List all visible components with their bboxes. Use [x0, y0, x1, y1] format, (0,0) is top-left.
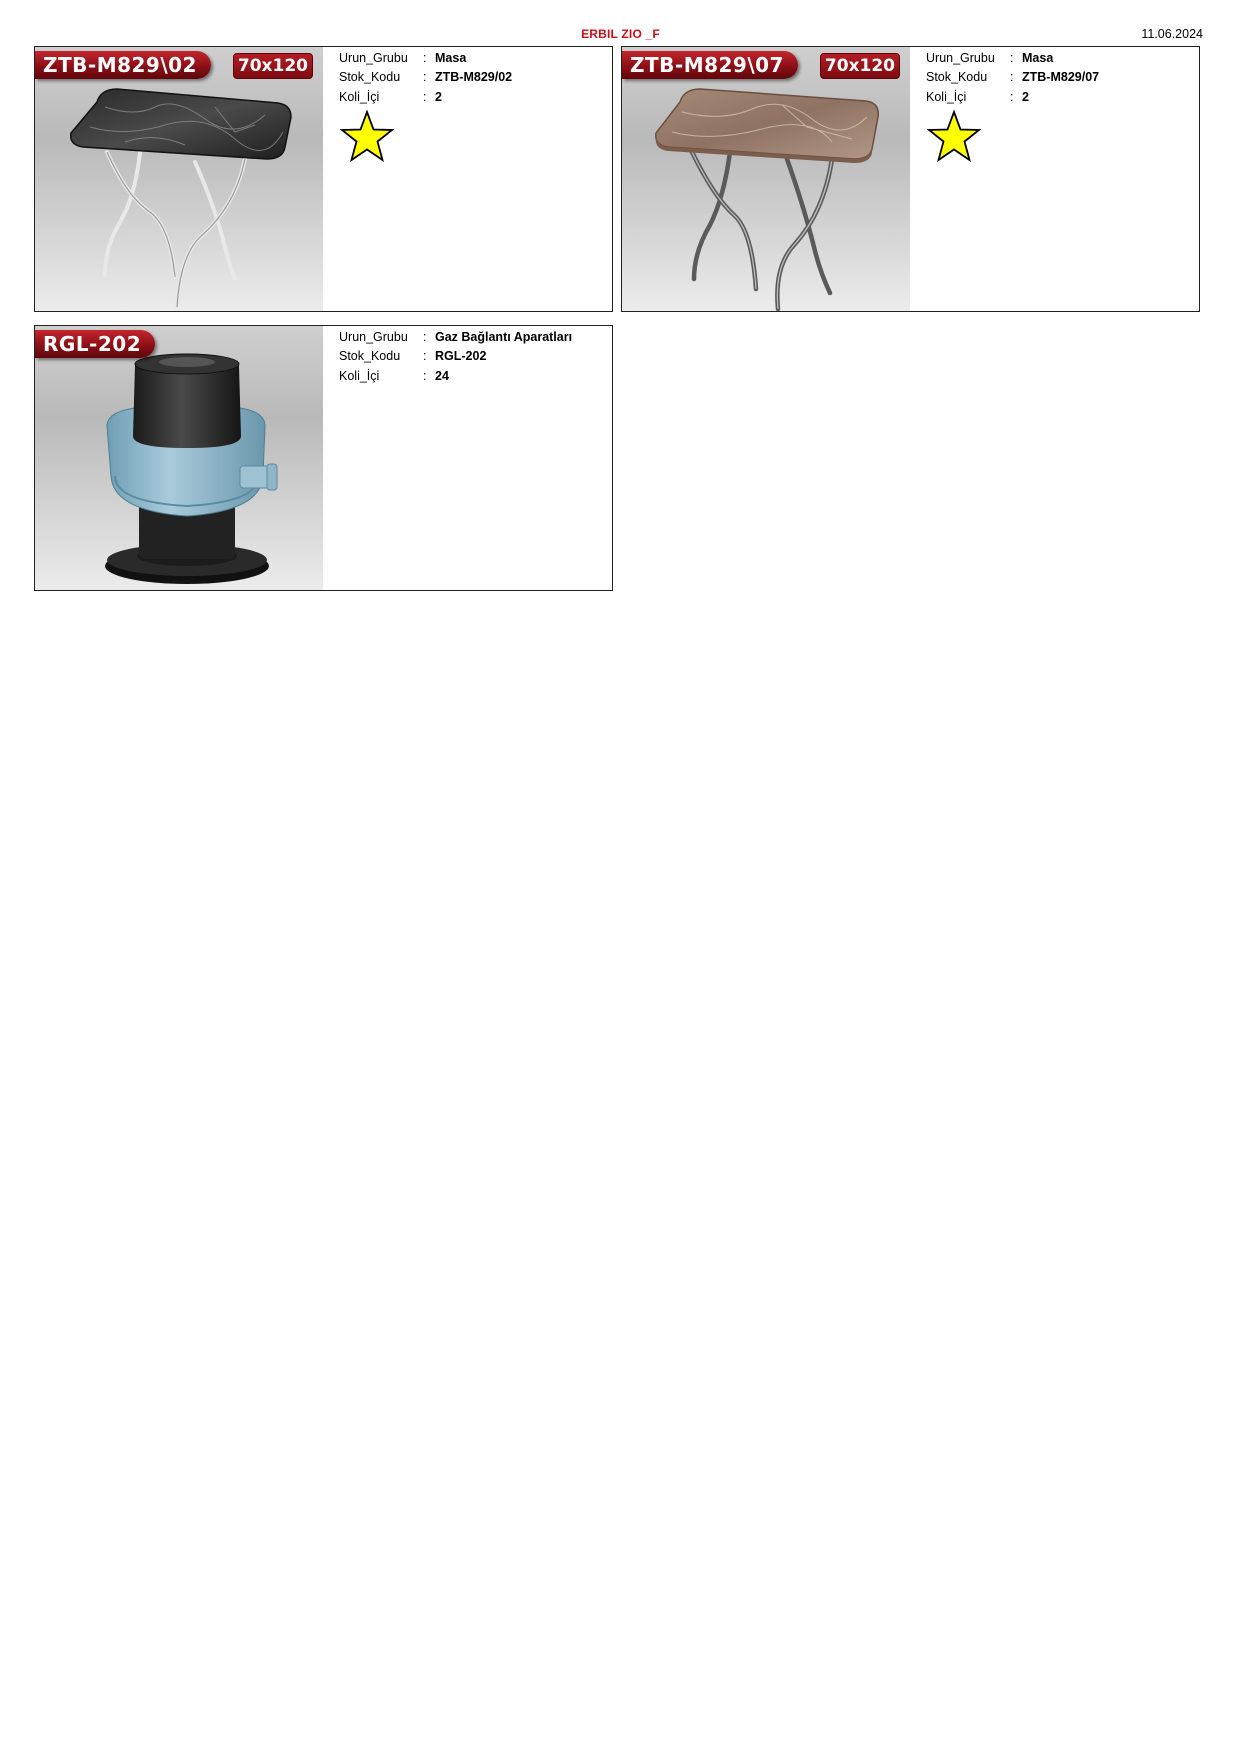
field-value: 24 — [435, 368, 449, 383]
info-row-group: Urun_Grubu : Masa — [339, 48, 512, 68]
brown-marble-table-image — [655, 88, 879, 311]
gas-regulator-image — [105, 353, 278, 584]
info-row-stock-code: Stok_Kodu : ZTB-M829/02 — [339, 68, 512, 88]
black-marble-table-image — [70, 88, 292, 309]
product-card: ZTB-M829\07 70x120 Urun_Grubu : Masa Sto… — [621, 46, 1200, 312]
info-row-stock-code: Stok_Kodu : RGL-202 — [339, 347, 572, 367]
field-separator: : — [423, 349, 427, 364]
product-info: Urun_Grubu : Gaz Bağlantı Aparatları Sto… — [339, 327, 572, 386]
field-value: Gaz Bağlantı Aparatları — [435, 329, 573, 344]
field-value: RGL-202 — [435, 349, 487, 364]
product-card: ZTB-M829\02 70x120 Urun_Grubu : Masa Sto… — [34, 46, 613, 312]
field-label: Urun_Grubu — [339, 50, 408, 65]
field-label: Stok_Kodu — [339, 70, 401, 85]
star-icon — [340, 110, 394, 163]
product-photo: ZTB-M829\02 70x120 — [35, 47, 323, 311]
star-icon — [927, 110, 981, 163]
field-value: 2 — [435, 89, 442, 104]
field-separator: : — [423, 329, 427, 344]
field-separator: : — [1010, 50, 1014, 65]
report-date: 11.06.2024 — [1141, 27, 1203, 41]
field-label: Stok_Kodu — [926, 70, 988, 85]
field-label: Koli_İçi — [339, 368, 380, 383]
report-title: ERBIL ZIO _F — [581, 27, 660, 41]
product-code-badge: ZTB-M829\02 — [35, 51, 211, 79]
field-value: Masa — [1022, 50, 1054, 65]
field-value: 2 — [1022, 89, 1029, 104]
product-info: Urun_Grubu : Masa Stok_Kodu : ZTB-M829/0… — [339, 48, 512, 107]
size-badge: 70x120 — [232, 53, 313, 79]
product-card: RGL-202 Urun_Grubu : Gaz Bağlantı Aparat… — [34, 325, 613, 591]
field-label: Urun_Grubu — [926, 50, 995, 65]
field-value: ZTB-M829/02 — [435, 70, 513, 85]
field-label: Koli_İçi — [926, 89, 967, 104]
field-separator: : — [1010, 70, 1014, 85]
field-separator: : — [423, 70, 427, 85]
product-code-badge: ZTB-M829\07 — [622, 51, 798, 79]
field-separator: : — [423, 50, 427, 65]
info-row-group: Urun_Grubu : Gaz Bağlantı Aparatları — [339, 327, 572, 347]
field-separator: : — [423, 368, 427, 383]
field-value: ZTB-M829/07 — [1022, 70, 1100, 85]
info-row-group: Urun_Grubu : Masa — [926, 48, 1099, 68]
info-row-case-qty: Koli_İçi : 2 — [339, 87, 512, 107]
field-separator: : — [423, 89, 427, 104]
product-photo: RGL-202 — [35, 326, 323, 590]
product-info: Urun_Grubu : Masa Stok_Kodu : ZTB-M829/0… — [926, 48, 1099, 107]
info-row-case-qty: Koli_İçi : 24 — [339, 366, 572, 386]
field-label: Urun_Grubu — [339, 329, 408, 344]
info-row-stock-code: Stok_Kodu : ZTB-M829/07 — [926, 68, 1099, 88]
field-value: Masa — [435, 50, 467, 65]
field-separator: : — [1010, 89, 1014, 104]
product-code-badge: RGL-202 — [35, 330, 156, 358]
product-photo: ZTB-M829\07 70x120 — [622, 47, 910, 311]
info-row-case-qty: Koli_İçi : 2 — [926, 87, 1099, 107]
field-label: Koli_İçi — [339, 89, 380, 104]
field-label: Stok_Kodu — [339, 349, 401, 364]
size-badge: 70x120 — [819, 53, 900, 79]
